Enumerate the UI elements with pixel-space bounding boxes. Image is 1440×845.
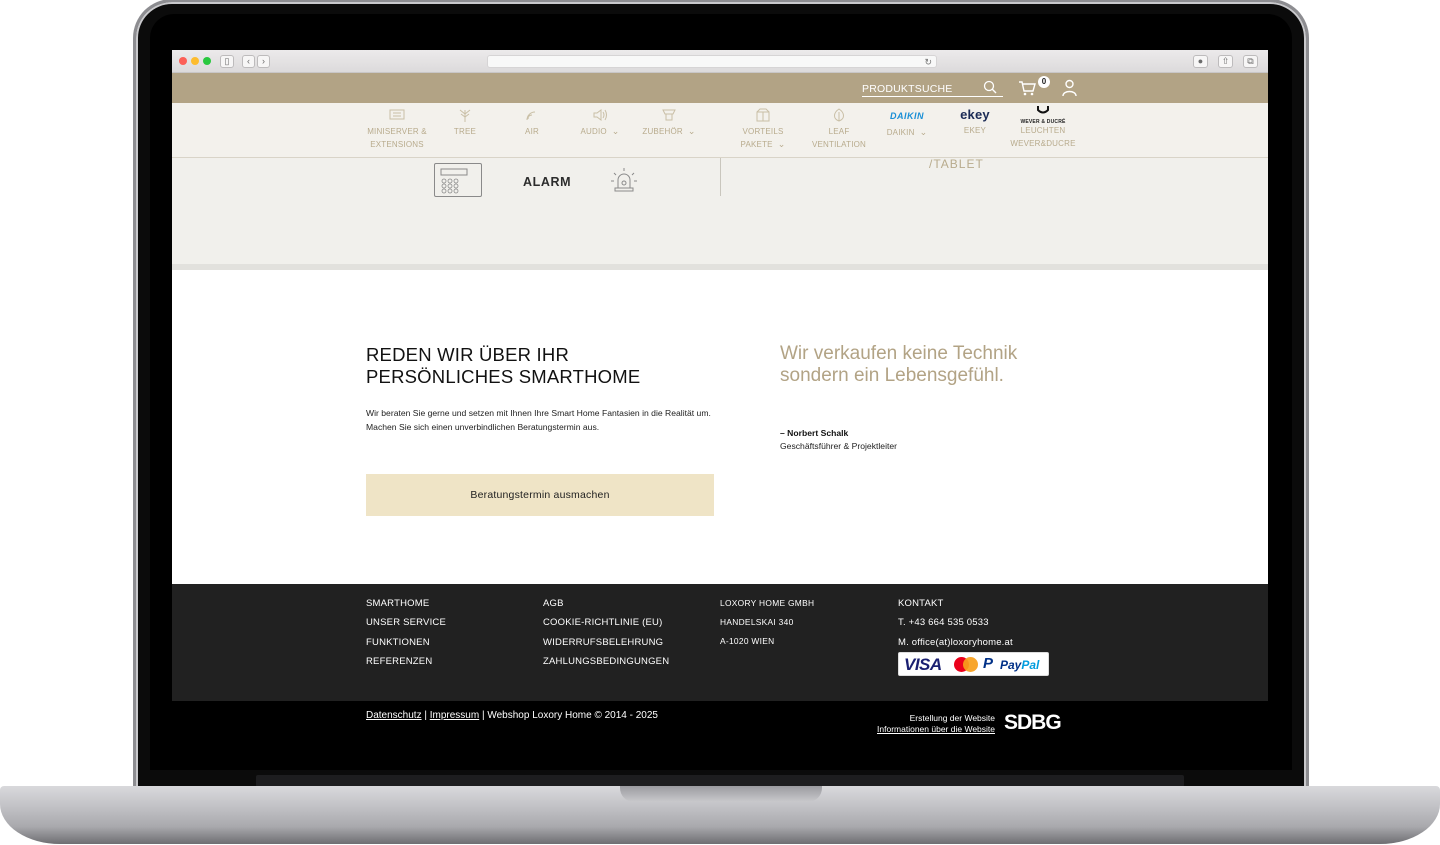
speaker-icon <box>593 109 607 121</box>
footer-link-widerruf[interactable]: WIDERRUFSBELEHRUNG <box>543 633 669 652</box>
product-search <box>862 79 1003 97</box>
feature-band: ALARM /TABLET <box>172 157 1268 270</box>
quote-text: Wir verkaufen keine Technik sondern ein … <box>780 343 1018 386</box>
payment-methods: VISA P PayPal <box>898 652 1049 676</box>
leaf-icon <box>834 108 844 122</box>
impressum-link[interactable]: Impressum <box>430 710 479 721</box>
consultation-section: REDEN WIR ÜBER IHR PERSÖNLICHES SMARTHOM… <box>172 276 1268 584</box>
nav-item-ekey[interactable]: ekey EKEY <box>950 107 1000 137</box>
miniserver-icon <box>389 109 405 120</box>
footer-col-address: LOXORY HOME GMBH HANDELSKAI 340 A-1020 W… <box>720 594 814 651</box>
address-bar[interactable]: ↻ <box>487 55 937 68</box>
bottom-bar: Datenschutz | Impressum | Webshop Loxory… <box>172 701 1268 736</box>
nav-item-leaf[interactable]: LEAF VENTILATION <box>810 107 868 151</box>
legal-line: Datenschutz | Impressum | Webshop Loxory… <box>366 710 658 721</box>
back-icon[interactable]: ‹ <box>242 55 255 68</box>
alarm-keypad-icon <box>434 163 482 197</box>
footer-link-smarthome[interactable]: SMARTHOME <box>366 594 446 613</box>
nav-item-tree[interactable]: TREE <box>447 107 483 138</box>
contact-phone[interactable]: T. +43 664 535 0533 <box>898 613 1013 632</box>
browser-screen: ▯ ‹ › ↻ ● ⇧ ⧉ 0 MINISERVE <box>172 50 1268 736</box>
alarm-label[interactable]: ALARM <box>523 175 571 189</box>
footer: SMARTHOME UNSER SERVICE FUNKTIONEN REFER… <box>172 584 1268 701</box>
search-input[interactable] <box>862 79 977 96</box>
ekey-logo: ekey <box>960 107 990 122</box>
minimize-window-button[interactable] <box>191 57 199 65</box>
nav-item-audio[interactable]: AUDIO ⌄ <box>576 107 624 138</box>
air-icon <box>526 111 536 121</box>
tree-icon <box>459 109 471 122</box>
package-icon <box>756 108 770 122</box>
nav-label-audio: AUDIO <box>580 127 607 136</box>
paypal-mark-icon: P <box>983 655 994 672</box>
datenschutz-link[interactable]: Datenschutz <box>366 710 422 721</box>
quote-role: Geschäftsführer & Projektleiter <box>780 441 898 451</box>
siren-icon <box>611 168 637 192</box>
nav-label-daikin: DAIKIN <box>886 128 915 137</box>
sidebar-toggle-icon[interactable]: ▯ <box>220 55 234 68</box>
wever-ducre-mark-icon <box>1037 106 1049 114</box>
nav-item-miniserver[interactable]: MINISERVER & EXTENSIONS <box>362 107 432 151</box>
reload-icon[interactable]: ↻ <box>924 56 932 68</box>
contact-heading: KONTAKT <box>898 598 944 609</box>
contact-email[interactable]: M. office(at)loxoryhome.at <box>898 633 1013 652</box>
top-header: 0 <box>172 73 1268 103</box>
cart-icon[interactable] <box>1018 79 1036 97</box>
footer-link-service[interactable]: UNSER SERVICE <box>366 613 446 632</box>
nav-item-zubehoer[interactable]: ZUBEHÖR ⌄ <box>640 107 698 138</box>
accessory-icon <box>662 109 676 121</box>
wever-ducre-logo: WEVER & DUCRÉ <box>1008 105 1078 125</box>
tabs-icon[interactable]: ⧉ <box>1243 55 1258 68</box>
cta-title: REDEN WIR ÜBER IHR PERSÖNLICHES SMARTHOM… <box>366 344 641 387</box>
company-name: LOXORY HOME GMBH <box>720 598 815 608</box>
mastercard-logo-circle <box>963 657 978 672</box>
nav-label-zubehoer: ZUBEHÖR <box>642 127 683 136</box>
chevron-down-icon: ⌄ <box>919 127 928 137</box>
user-account-icon[interactable] <box>1061 79 1078 97</box>
chevron-down-icon: ⌄ <box>777 139 786 149</box>
footer-link-zahlung[interactable]: ZAHLUNGSBEDINGUNGEN <box>543 652 669 671</box>
zoom-window-button[interactable] <box>203 57 211 65</box>
quote-author: – Norbert Schalk <box>780 428 849 438</box>
forward-icon[interactable]: › <box>257 55 270 68</box>
footer-col-navigation: SMARTHOME UNSER SERVICE FUNKTIONEN REFER… <box>366 594 446 671</box>
company-street: HANDELSKAI 340 <box>720 617 794 627</box>
chevron-down-icon: ⌄ <box>687 126 696 136</box>
search-icon[interactable] <box>983 80 997 94</box>
daikin-logo: DAIKIN <box>890 111 924 121</box>
paypal-pal-text: Pal <box>1021 658 1040 672</box>
footer-link-funktionen[interactable]: FUNKTIONEN <box>366 633 446 652</box>
footer-col-legal: AGB COOKIE-RICHTLINIE (EU) WIDERRUFSBELE… <box>543 594 669 671</box>
paypal-logo: PayPal <box>1000 658 1039 672</box>
laptop-notch <box>620 786 822 802</box>
nav-item-leuchten[interactable]: WEVER & DUCRÉ LEUCHTEN WEVER&DUCRE <box>1008 105 1078 150</box>
close-window-button[interactable] <box>179 57 187 65</box>
nav-item-daikin[interactable]: DAIKIN DAIKIN ⌄ <box>881 107 933 139</box>
tablet-label: /TABLET <box>929 157 984 171</box>
visa-logo: VISA <box>904 655 942 674</box>
nav-item-vorteilspakete[interactable]: VORTEILS PAKETE ⌄ <box>730 107 796 151</box>
footer-link-cookie[interactable]: COOKIE-RICHTLINIE (EU) <box>543 613 669 632</box>
footer-link-agb[interactable]: AGB <box>543 594 669 613</box>
legal-separator: | <box>421 710 430 721</box>
browser-toolbar: ▯ ‹ › ↻ ● ⇧ ⧉ <box>172 50 1268 73</box>
nav-item-air[interactable]: AIR <box>517 107 547 138</box>
book-consultation-button[interactable]: Beratungstermin ausmachen <box>366 474 714 516</box>
company-city: A-1020 WIEN <box>720 636 775 646</box>
chevron-down-icon: ⌄ <box>611 126 620 136</box>
cart-count-badge: 0 <box>1038 76 1050 88</box>
website-info-link[interactable]: Informationen über die Website <box>877 724 995 734</box>
paypal-pay-text: Pay <box>1000 658 1022 672</box>
copyright-text: | Webshop Loxory Home © 2014 - 2025 <box>479 710 658 721</box>
website-credit: Erstellung der Website Informationen übe… <box>877 713 995 735</box>
main-navigation: MINISERVER & EXTENSIONS TREE AIR AUDIO ⌄ … <box>172 103 1268 158</box>
downloads-icon[interactable]: ● <box>1193 55 1208 68</box>
credit-line: Erstellung der Website <box>909 713 995 723</box>
footer-link-referenzen[interactable]: REFERENZEN <box>366 652 446 671</box>
cta-text: Wir beraten Sie gerne und setzen mit Ihn… <box>366 408 711 432</box>
share-icon[interactable]: ⇧ <box>1218 55 1233 68</box>
footer-col-contact: KONTAKT T. +43 664 535 0533 M. office(at… <box>898 594 1013 652</box>
divider <box>720 158 721 196</box>
sdbg-logo[interactable]: SDBG <box>1004 711 1062 735</box>
